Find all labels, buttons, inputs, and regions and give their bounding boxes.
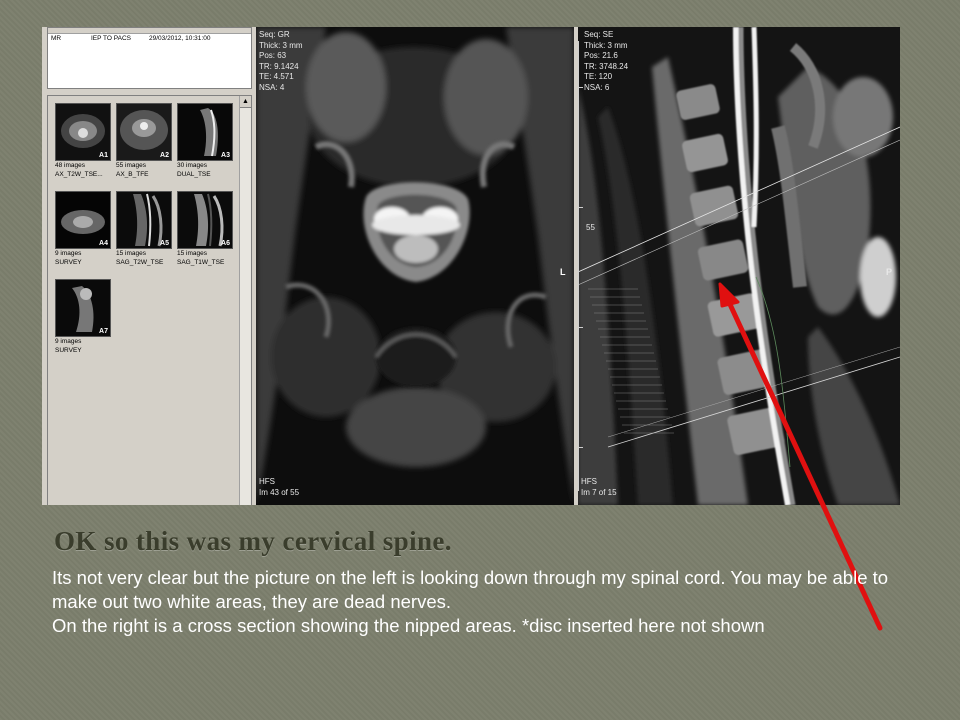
thumbnail-scrollbar[interactable]: ▲ bbox=[239, 96, 251, 505]
thumbnail-count: 9 images bbox=[55, 250, 82, 257]
right-nsa: NSA: 6 bbox=[584, 82, 610, 92]
left-thick: Thick: 3 mm bbox=[259, 40, 303, 50]
right-pos: Pos: 21.6 bbox=[584, 51, 618, 60]
thumbnail-count: 30 images bbox=[177, 162, 207, 169]
right-thick: Thick: 3 mm bbox=[584, 40, 628, 50]
thumbnail-series-name: SAG_T2W_TSE bbox=[116, 259, 164, 266]
study-modality: MR bbox=[51, 35, 62, 42]
right-viewer-scale-ruler bbox=[578, 41, 579, 491]
study-datetime: 29/03/2012, 10:31:00 bbox=[149, 35, 211, 42]
series-thumbnail-a3[interactable]: A3 30 images DUAL_TSE bbox=[177, 103, 235, 179]
thumbnail-count: 48 images bbox=[55, 162, 85, 169]
series-thumbnail-a5[interactable]: A5 15 images SAG_T2W_TSE bbox=[116, 191, 174, 267]
left-tr: TR: 9.1424 bbox=[259, 61, 299, 71]
pacs-sidebar: MR IEP TO PACS 29/03/2012, 10:31:00 ▲ A1… bbox=[42, 27, 256, 505]
right-seq: Seq: SE bbox=[584, 30, 614, 39]
scroll-up-arrow-icon[interactable]: ▲ bbox=[240, 96, 251, 108]
thumbnail-series-name: SAG_T1W_TSE bbox=[177, 259, 225, 266]
series-thumbnail-panel: ▲ A1 48 images AX_T2W_TSE... A2 55 image… bbox=[47, 95, 252, 505]
thumbnail-tag: A7 bbox=[99, 328, 108, 335]
study-list: MR IEP TO PACS 29/03/2012, 10:31:00 bbox=[47, 27, 252, 89]
right-orientation: HFS bbox=[581, 477, 597, 486]
thumbnail-series-name: SURVEY bbox=[55, 347, 82, 354]
thumbnail-tag: A2 bbox=[160, 152, 169, 159]
left-viewer-params: Seq: GR Thick: 3 mm Pos: 63 TR: 9.1424 T… bbox=[259, 30, 303, 93]
right-viewer-footer: HFS Im 7 of 15 bbox=[581, 477, 617, 498]
thumbnail-image: A2 bbox=[116, 103, 172, 161]
thumbnail-image: A1 bbox=[55, 103, 111, 161]
thumbnail-series-name: SURVEY bbox=[55, 259, 82, 266]
thumbnail-tag: A5 bbox=[160, 240, 169, 247]
thumbnail-count: 15 images bbox=[177, 250, 207, 257]
right-image-index: Im 7 of 15 bbox=[581, 487, 617, 497]
series-thumbnail-a2[interactable]: A2 55 images AX_B_TFE bbox=[116, 103, 174, 179]
thumbnail-tag: A1 bbox=[99, 152, 108, 159]
thumbnail-image: A4 bbox=[55, 191, 111, 249]
thumbnail-count: 15 images bbox=[116, 250, 146, 257]
orientation-marker-left-side: L bbox=[560, 267, 566, 277]
study-source: IEP TO PACS bbox=[91, 35, 131, 42]
thumbnail-count: 9 images bbox=[55, 338, 82, 345]
slide-paragraph-2: On the right is a cross section showing … bbox=[52, 615, 765, 636]
thumbnail-series-name: AX_B_TFE bbox=[116, 171, 149, 178]
slide-title: OK so this was my cervical spine. bbox=[54, 526, 452, 556]
pacs-screenshot: MR IEP TO PACS 29/03/2012, 10:31:00 ▲ A1… bbox=[42, 27, 900, 505]
thumbnail-tag: A6 bbox=[221, 240, 230, 247]
thumbnail-image: A7 bbox=[55, 279, 111, 337]
slide-paragraph-1: Its not very clear but the picture on th… bbox=[52, 567, 889, 612]
thumbnail-count: 55 images bbox=[116, 162, 146, 169]
series-thumbnail-a1[interactable]: A1 48 images AX_T2W_TSE... bbox=[55, 103, 113, 179]
left-orientation: HFS bbox=[259, 477, 275, 486]
slice-position-label: 55 bbox=[586, 223, 595, 232]
left-image-index: Im 43 of 55 bbox=[259, 487, 300, 497]
ruler-tick bbox=[578, 447, 583, 448]
ruler-tick bbox=[578, 87, 583, 88]
thumbnail-image: A6 bbox=[177, 191, 233, 249]
thumbnail-tag: A3 bbox=[221, 152, 230, 159]
sagittal-mri-image bbox=[578, 27, 900, 505]
right-te: TE: 120 bbox=[584, 72, 613, 81]
thumbnail-image: A5 bbox=[116, 191, 172, 249]
thumbnail-image: A3 bbox=[177, 103, 233, 161]
series-thumbnail-a6[interactable]: A6 15 images SAG_T1W_TSE bbox=[177, 191, 235, 267]
left-seq: Seq: GR bbox=[259, 30, 290, 39]
left-pos: Pos: 63 bbox=[259, 51, 287, 60]
series-thumbnail-a7[interactable]: A7 9 images SURVEY bbox=[55, 279, 113, 355]
left-nsa: NSA: 4 bbox=[259, 82, 285, 92]
ruler-tick bbox=[578, 207, 583, 208]
thumbnail-series-name: AX_T2W_TSE... bbox=[55, 171, 103, 178]
ruler-tick bbox=[578, 327, 583, 328]
slide-body: Its not very clear but the picture on th… bbox=[52, 566, 922, 638]
axial-mri-image bbox=[256, 27, 574, 505]
thumbnail-series-name: DUAL_TSE bbox=[177, 171, 211, 178]
thumbnail-tag: A4 bbox=[99, 240, 108, 247]
axial-image-viewer[interactable]: Seq: GR Thick: 3 mm Pos: 63 TR: 9.1424 T… bbox=[256, 27, 574, 505]
right-tr: TR: 3748.24 bbox=[584, 61, 629, 71]
series-thumbnail-a4[interactable]: A4 9 images SURVEY bbox=[55, 191, 113, 267]
right-viewer-params: Seq: SE Thick: 3 mm Pos: 21.6 TR: 3748.2… bbox=[584, 30, 628, 93]
left-viewer-footer: HFS Im 43 of 55 bbox=[259, 477, 299, 498]
left-te: TE: 4.571 bbox=[259, 72, 294, 81]
orientation-marker-posterior: P bbox=[886, 267, 893, 277]
study-row[interactable]: MR IEP TO PACS 29/03/2012, 10:31:00 bbox=[48, 34, 251, 43]
sagittal-image-viewer[interactable]: Seq: SE Thick: 3 mm Pos: 21.6 TR: 3748.2… bbox=[578, 27, 900, 505]
